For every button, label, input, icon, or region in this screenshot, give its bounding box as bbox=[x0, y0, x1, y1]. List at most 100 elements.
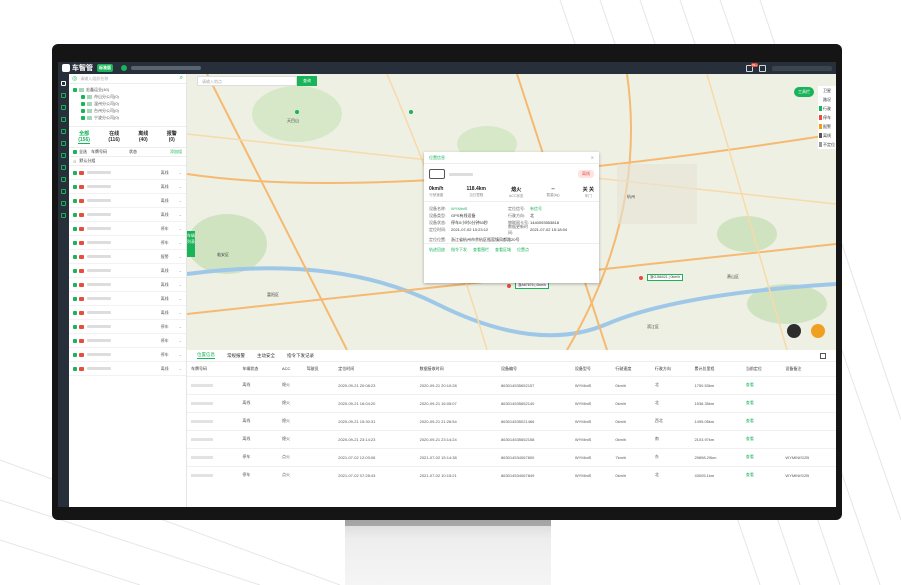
nav-monitor-icon[interactable] bbox=[61, 93, 66, 98]
list-item[interactable]: 停车 ⌄ bbox=[69, 320, 186, 334]
popup-action-button[interactable]: 查看围栏 bbox=[473, 247, 489, 253]
tree-item[interactable]: 宁波分公司(0) bbox=[73, 114, 182, 121]
popup-action-button[interactable]: 轨迹回放 bbox=[429, 247, 445, 253]
table-row[interactable]: 离线 熄火 2020-09-21 20:08:23 2020-09-21 20:10:… bbox=[187, 375, 836, 394]
legend-item[interactable]: 卫星 bbox=[818, 86, 836, 95]
status-tab[interactable]: 在线 (116) bbox=[108, 130, 119, 144]
notification-icon[interactable]: 99+ bbox=[746, 62, 758, 72]
tree-checkbox[interactable] bbox=[81, 101, 85, 106]
close-icon[interactable]: ✕ bbox=[591, 155, 594, 160]
group-row[interactable]: ⊟ 默认分组 bbox=[69, 157, 186, 166]
list-item[interactable]: 离线 ⌄ bbox=[69, 278, 186, 292]
nav-fence-icon[interactable] bbox=[61, 141, 66, 146]
legend-item[interactable]: 不定位 bbox=[818, 140, 836, 149]
table-row[interactable]: 离线 熄火 2020-09-21 15:30:31 2020-09-21 21:26:… bbox=[187, 411, 836, 430]
table-row[interactable]: 停车 点火 2021-07-02 07:28:43 2021-07-02 10:15:… bbox=[187, 465, 836, 484]
legend-item[interactable]: 停车 bbox=[818, 113, 836, 122]
list-item[interactable]: 停车 ⌄ bbox=[69, 348, 186, 362]
status-tab[interactable]: 离线 (40) bbox=[138, 130, 148, 144]
search-icon[interactable]: ⌕ bbox=[180, 75, 183, 82]
chevron-down-icon[interactable]: ⌄ bbox=[179, 268, 182, 273]
nav-report-icon[interactable] bbox=[61, 117, 66, 122]
message-icon[interactable] bbox=[759, 64, 766, 72]
current-cell[interactable]: 查看 bbox=[741, 465, 782, 484]
vehicle-checkbox[interactable] bbox=[73, 170, 77, 175]
nav-safety-icon[interactable] bbox=[61, 177, 66, 182]
table-row[interactable]: 离线 熄火 2020-09-21 16:04:20 2020-09-21 16:05:… bbox=[187, 393, 836, 412]
tab-1[interactable]: 常规报警 bbox=[227, 353, 245, 359]
list-item[interactable]: 停车 ⌄ bbox=[69, 334, 186, 348]
list-item[interactable]: 离线 ⌄ bbox=[69, 264, 186, 278]
vehicle-checkbox[interactable] bbox=[73, 296, 77, 301]
chevron-down-icon[interactable]: ⌄ bbox=[179, 296, 182, 301]
org-search[interactable]: ◎ 请输入组织名称 ⌕ bbox=[69, 74, 186, 84]
list-item[interactable]: 离线 ⌄ bbox=[69, 180, 186, 194]
list-item[interactable]: 停车 ⌄ bbox=[69, 222, 186, 236]
app-logo[interactable]: 车智管 标准版 bbox=[62, 63, 113, 73]
vehicle-checkbox[interactable] bbox=[73, 338, 77, 343]
nav-settings-icon[interactable] bbox=[61, 213, 66, 218]
popup-action-button[interactable]: 位置点 bbox=[517, 247, 529, 253]
tree-item[interactable]: 宏鑫运业(40) bbox=[73, 86, 182, 93]
chevron-down-icon[interactable]: ⌄ bbox=[179, 310, 182, 315]
chevron-down-icon[interactable]: ⌄ bbox=[179, 184, 182, 189]
list-item[interactable]: 离线 ⌄ bbox=[69, 166, 186, 180]
vehicle-checkbox[interactable] bbox=[73, 254, 77, 259]
poi-pin[interactable] bbox=[295, 110, 299, 114]
list-item[interactable]: 离线 ⌄ bbox=[69, 306, 186, 320]
user-menu[interactable] bbox=[772, 65, 832, 71]
chevron-down-icon[interactable]: ⌄ bbox=[179, 226, 182, 231]
status-tab[interactable]: 报警 (0) bbox=[167, 130, 177, 144]
vehicle-checkbox[interactable] bbox=[73, 240, 77, 245]
share-icon[interactable] bbox=[820, 352, 826, 359]
chevron-down-icon[interactable]: ⌄ bbox=[179, 282, 182, 287]
tree-checkbox[interactable] bbox=[81, 115, 85, 120]
add-group-button[interactable]: 添加组 bbox=[170, 149, 182, 155]
tab-2[interactable]: 主动安全 bbox=[257, 353, 275, 359]
chevron-down-icon[interactable]: ⌄ bbox=[179, 240, 182, 245]
list-item[interactable]: 离线 ⌄ bbox=[69, 292, 186, 306]
chevron-down-icon[interactable]: ⌄ bbox=[179, 170, 182, 175]
legend-item[interactable]: 路况 bbox=[818, 95, 836, 104]
chevron-down-icon[interactable]: ⌄ bbox=[179, 198, 182, 203]
vehicle-plate-label[interactable]: 浙GJ66021 | 0km/h bbox=[647, 274, 684, 281]
vehicle-checkbox[interactable] bbox=[73, 184, 77, 189]
tree-item[interactable]: 舟山分公司(0) bbox=[73, 93, 182, 100]
tree-checkbox[interactable] bbox=[81, 108, 85, 113]
nav-alarm-icon[interactable] bbox=[61, 129, 66, 134]
poi-pin[interactable] bbox=[409, 110, 413, 114]
tree-checkbox[interactable] bbox=[73, 87, 77, 92]
vehicle-checkbox[interactable] bbox=[73, 198, 77, 203]
current-cell[interactable]: 查看 bbox=[741, 429, 782, 448]
map-view[interactable]: 请输入地点 查询 工具栏 卫星 路况 行驶 停车 报警 离线 不定位 车辆列表 天目山 杭州… bbox=[187, 74, 836, 350]
current-cell[interactable]: 查看 bbox=[741, 411, 782, 430]
chevron-down-icon[interactable]: ⌄ bbox=[179, 212, 182, 217]
vehicle-list-toggle[interactable]: 车辆列表 bbox=[187, 231, 195, 257]
current-cell[interactable]: 查看 bbox=[741, 447, 782, 466]
tab-0[interactable]: 位置信息 bbox=[197, 352, 215, 359]
legend-item[interactable]: 离线 bbox=[818, 131, 836, 140]
select-all-checkbox[interactable] bbox=[73, 150, 77, 154]
nav-device-icon[interactable] bbox=[61, 189, 66, 194]
vehicle-checkbox[interactable] bbox=[73, 352, 77, 357]
menu-icon[interactable] bbox=[61, 81, 66, 86]
vehicle-marker[interactable] bbox=[507, 284, 511, 288]
list-item[interactable]: 离线 ⌄ bbox=[69, 362, 186, 376]
popup-action-button[interactable]: 查看区域 bbox=[495, 247, 511, 253]
chevron-down-icon[interactable]: ⌄ bbox=[179, 324, 182, 329]
vehicle-marker[interactable] bbox=[639, 276, 643, 280]
map-search-button[interactable]: 查询 bbox=[297, 76, 317, 86]
chevron-down-icon[interactable]: ⌄ bbox=[179, 366, 182, 371]
status-tab[interactable]: 全部 (156) bbox=[78, 130, 90, 144]
list-item[interactable]: 离线 ⌄ bbox=[69, 208, 186, 222]
chevron-down-icon[interactable]: ⌄ bbox=[179, 352, 182, 357]
tree-checkbox[interactable] bbox=[81, 94, 85, 99]
map-search-input[interactable]: 请输入地点 bbox=[197, 76, 297, 86]
list-item[interactable]: 离线 ⌄ bbox=[69, 194, 186, 208]
vehicle-plate-label[interactable]: 浙A67676 | 0km/h bbox=[515, 282, 549, 289]
current-cell[interactable]: 查看 bbox=[741, 375, 782, 394]
vehicle-checkbox[interactable] bbox=[73, 324, 77, 329]
list-item[interactable]: 报警 ⌄ bbox=[69, 250, 186, 264]
popup-tab[interactable]: 位置信息 bbox=[429, 155, 445, 161]
vehicle-checkbox[interactable] bbox=[73, 310, 77, 315]
